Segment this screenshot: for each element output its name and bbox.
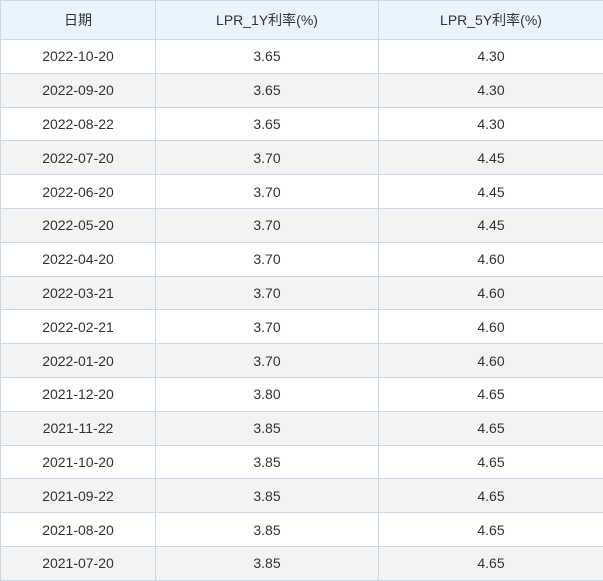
table-row: 2022-01-203.704.60: [1, 344, 603, 378]
lpr-1y-cell: 3.70: [156, 242, 379, 276]
lpr-1y-cell: 3.70: [156, 310, 379, 344]
table-row: 2022-05-203.704.45: [1, 208, 603, 242]
table-row: 2022-09-203.654.30: [1, 73, 603, 107]
lpr-5y-cell: 4.65: [379, 546, 603, 580]
table-row: 2022-07-203.704.45: [1, 141, 603, 175]
table-row: 2021-08-203.854.65: [1, 513, 603, 547]
lpr-1y-cell: 3.70: [156, 344, 379, 378]
lpr-1y-cell: 3.85: [156, 513, 379, 547]
lpr-5y-cell: 4.60: [379, 310, 603, 344]
lpr-5y-cell: 4.45: [379, 141, 603, 175]
lpr-5y-cell: 4.30: [379, 73, 603, 107]
date-cell: 2022-02-21: [1, 310, 156, 344]
table-row: 2022-04-203.704.60: [1, 242, 603, 276]
lpr-5y-cell: 4.30: [379, 40, 603, 74]
lpr-5y-cell: 4.65: [379, 479, 603, 513]
header-row: 日期 LPR_1Y利率(%) LPR_5Y利率(%): [1, 1, 603, 40]
date-cell: 2022-03-21: [1, 276, 156, 310]
date-cell: 2021-07-20: [1, 546, 156, 580]
date-cell: 2022-09-20: [1, 73, 156, 107]
table-row: 2022-10-203.654.30: [1, 40, 603, 74]
table-row: 2022-06-203.704.45: [1, 175, 603, 209]
lpr-1y-cell: 3.65: [156, 40, 379, 74]
table-row: 2022-02-213.704.60: [1, 310, 603, 344]
table-row: 2021-10-203.854.65: [1, 445, 603, 479]
header-lpr-5y: LPR_5Y利率(%): [379, 1, 603, 40]
date-cell: 2021-11-22: [1, 411, 156, 445]
header-lpr-1y: LPR_1Y利率(%): [156, 1, 379, 40]
date-cell: 2022-05-20: [1, 208, 156, 242]
table-row: 2021-11-223.854.65: [1, 411, 603, 445]
date-cell: 2021-09-22: [1, 479, 156, 513]
lpr-1y-cell: 3.70: [156, 141, 379, 175]
lpr-1y-cell: 3.70: [156, 208, 379, 242]
lpr-1y-cell: 3.85: [156, 411, 379, 445]
table-row: 2021-07-203.854.65: [1, 546, 603, 580]
lpr-5y-cell: 4.65: [379, 411, 603, 445]
lpr-5y-cell: 4.60: [379, 276, 603, 310]
lpr-5y-cell: 4.65: [379, 377, 603, 411]
date-cell: 2021-10-20: [1, 445, 156, 479]
lpr-1y-cell: 3.80: [156, 377, 379, 411]
lpr-1y-cell: 3.70: [156, 276, 379, 310]
lpr-5y-cell: 4.60: [379, 344, 603, 378]
lpr-1y-cell: 3.65: [156, 73, 379, 107]
lpr-table: 日期 LPR_1Y利率(%) LPR_5Y利率(%) 2022-10-203.6…: [0, 0, 603, 581]
lpr-5y-cell: 4.65: [379, 513, 603, 547]
lpr-5y-cell: 4.45: [379, 175, 603, 209]
date-cell: 2022-08-22: [1, 107, 156, 141]
table-row: 2022-03-213.704.60: [1, 276, 603, 310]
lpr-1y-cell: 3.85: [156, 445, 379, 479]
table-row: 2021-12-203.804.65: [1, 377, 603, 411]
date-cell: 2021-08-20: [1, 513, 156, 547]
date-cell: 2022-01-20: [1, 344, 156, 378]
date-cell: 2022-04-20: [1, 242, 156, 276]
lpr-1y-cell: 3.70: [156, 175, 379, 209]
lpr-5y-cell: 4.65: [379, 445, 603, 479]
table-row: 2022-08-223.654.30: [1, 107, 603, 141]
lpr-1y-cell: 3.85: [156, 479, 379, 513]
date-cell: 2022-07-20: [1, 141, 156, 175]
date-cell: 2022-06-20: [1, 175, 156, 209]
lpr-5y-cell: 4.45: [379, 208, 603, 242]
lpr-5y-cell: 4.60: [379, 242, 603, 276]
date-cell: 2021-12-20: [1, 377, 156, 411]
date-cell: 2022-10-20: [1, 40, 156, 74]
lpr-1y-cell: 3.65: [156, 107, 379, 141]
table-row: 2021-09-223.854.65: [1, 479, 603, 513]
header-date: 日期: [1, 1, 156, 40]
lpr-1y-cell: 3.85: [156, 546, 379, 580]
lpr-5y-cell: 4.30: [379, 107, 603, 141]
